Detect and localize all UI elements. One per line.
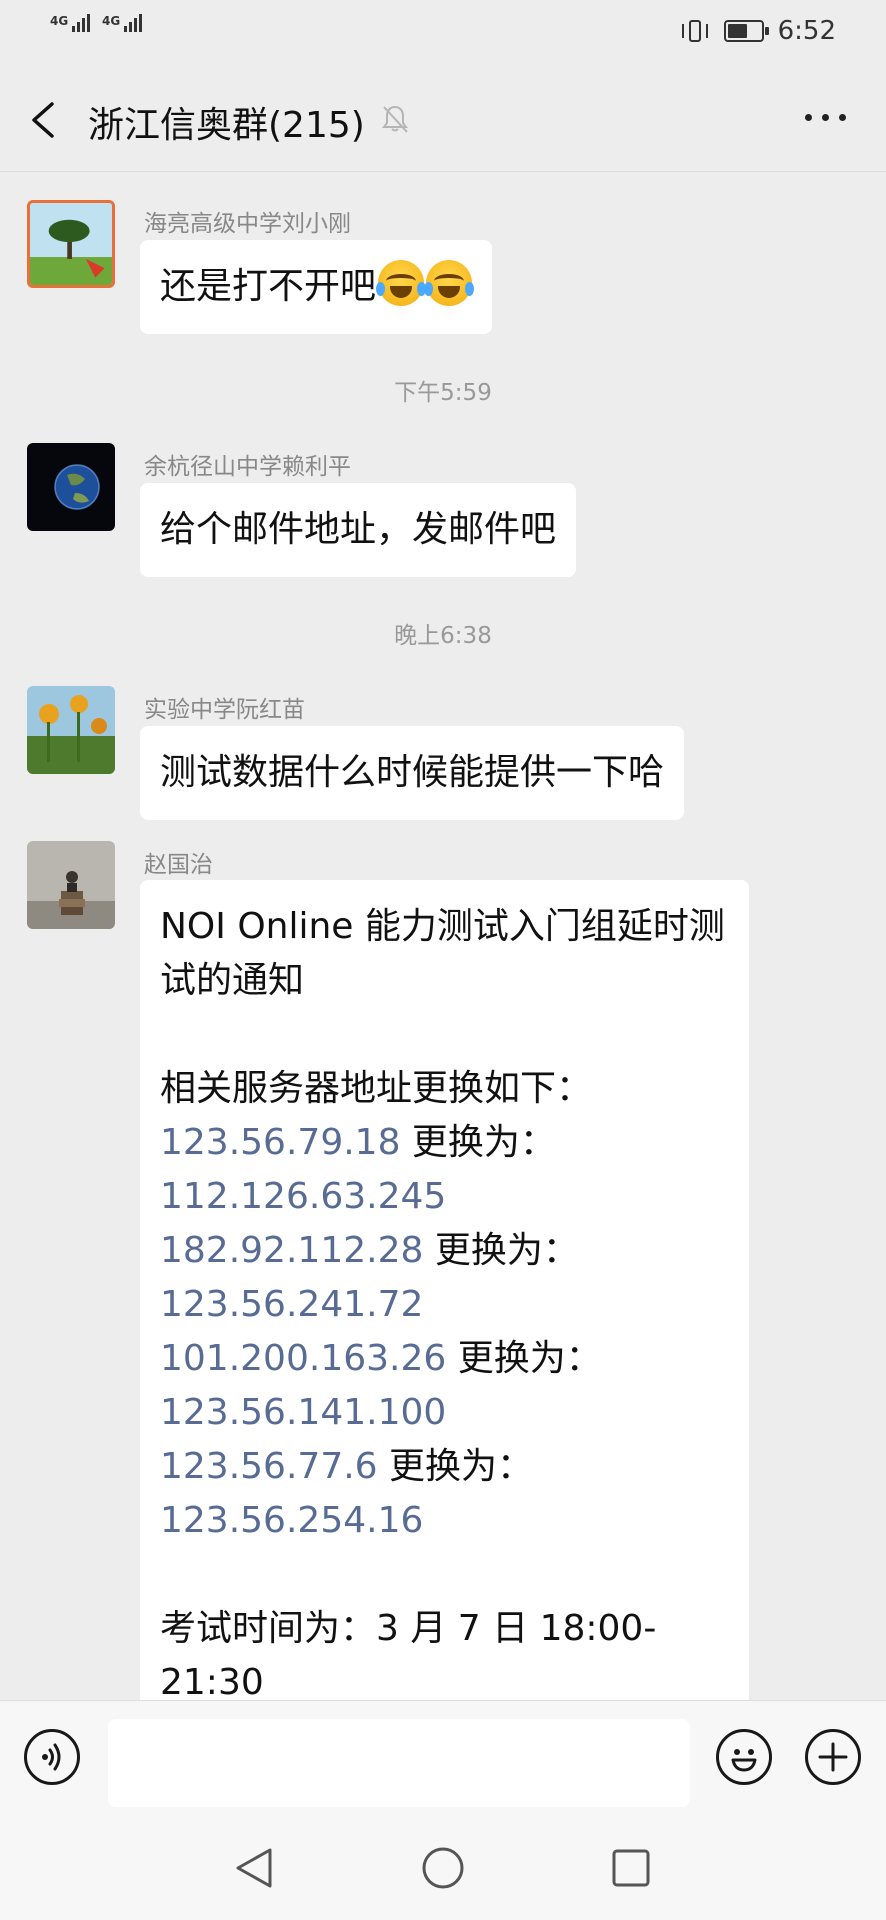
ip-address-link[interactable]: 123.56.79.18 (160, 1122, 400, 1163)
chat-input-bar (0, 1700, 886, 1812)
notice-title-line: 试的通知 (160, 960, 305, 1001)
ip-address-link[interactable]: 123.56.77.6 (160, 1446, 378, 1487)
network-type-label-2: 4G (102, 14, 121, 28)
chevron-left-icon[interactable] (30, 102, 56, 138)
timestamp: 下午5:59 (394, 380, 492, 406)
ip-address-link[interactable]: 182.92.112.28 (160, 1230, 423, 1271)
chat-title: 浙江信奥群(215) (88, 105, 365, 146)
ip-address-link[interactable]: 123.56.254.16 (160, 1500, 423, 1541)
ip-address-link[interactable]: 123.56.241.72 (160, 1284, 423, 1325)
notice-intro: 相关服务器地址更换如下： (160, 1068, 593, 1109)
message-text: 测试数据什么时候能提供一下哈 (160, 752, 665, 793)
emoji-icon[interactable] (716, 1729, 772, 1785)
message-bubble[interactable]: 测试数据什么时候能提供一下哈 (140, 726, 685, 820)
voice-icon[interactable] (24, 1729, 80, 1785)
signal-strength-icon-2: 4G (102, 14, 143, 32)
laughing-crying-emoji-icon (376, 260, 427, 306)
clock: 6:52 (777, 16, 836, 46)
message-text: 还是打不开吧 (160, 266, 377, 307)
chat-header: 浙江信奥群(215) (0, 66, 886, 172)
avatar[interactable] (27, 686, 115, 774)
vibrate-icon (680, 18, 710, 44)
sender-name: 海亮高级中学刘小刚 (144, 211, 351, 237)
bell-off-icon (382, 105, 408, 133)
message-text: 给个邮件地址，发邮件吧 (160, 509, 557, 550)
replace-label: 更换为： (377, 1446, 534, 1487)
sender-name: 赵国治 (144, 852, 213, 878)
more-dots-icon[interactable] (805, 114, 846, 121)
system-navigation-bar (0, 1812, 886, 1920)
status-bar: 4G 4G 6:52 (0, 0, 886, 66)
notice-title-line: NOI Online 能力测试入门组延时测 (160, 906, 725, 947)
avatar[interactable] (27, 841, 115, 929)
sender-name: 余杭径山中学赖利平 (144, 454, 351, 480)
nav-back-icon[interactable] (234, 1846, 274, 1890)
ip-address-link[interactable]: 112.126.63.245 (160, 1176, 446, 1217)
ip-address-link[interactable]: 101.200.163.26 (160, 1338, 446, 1379)
nav-home-icon[interactable] (421, 1846, 465, 1890)
exam-time: 考试时间为：3 月 7 日 18:00-21:30 (160, 1608, 657, 1703)
laughing-crying-emoji-icon (424, 260, 475, 306)
network-type-label: 4G (50, 14, 69, 28)
battery-icon (723, 20, 769, 42)
replace-label: 更换为： (423, 1230, 579, 1271)
signal-strength-icon: 4G (50, 14, 91, 32)
sender-name: 实验中学阮红苗 (144, 697, 305, 723)
ip-address-link[interactable]: 123.56.141.100 (160, 1392, 446, 1433)
nav-recents-icon[interactable] (611, 1848, 651, 1888)
replace-label: 更换为： (446, 1338, 602, 1379)
message-input[interactable] (108, 1719, 690, 1807)
message-bubble[interactable]: NOI Online 能力测试入门组延时测 试的通知 相关服务器地址更换如下： … (140, 880, 749, 1730)
avatar[interactable] (27, 443, 115, 531)
replace-label: 更换为： (400, 1122, 556, 1163)
plus-icon[interactable] (805, 1729, 861, 1785)
message-bubble[interactable]: 还是打不开吧 (140, 240, 493, 334)
message-bubble[interactable]: 给个邮件地址，发邮件吧 (140, 483, 577, 577)
avatar[interactable] (27, 200, 115, 288)
timestamp: 晚上6:38 (394, 623, 492, 649)
